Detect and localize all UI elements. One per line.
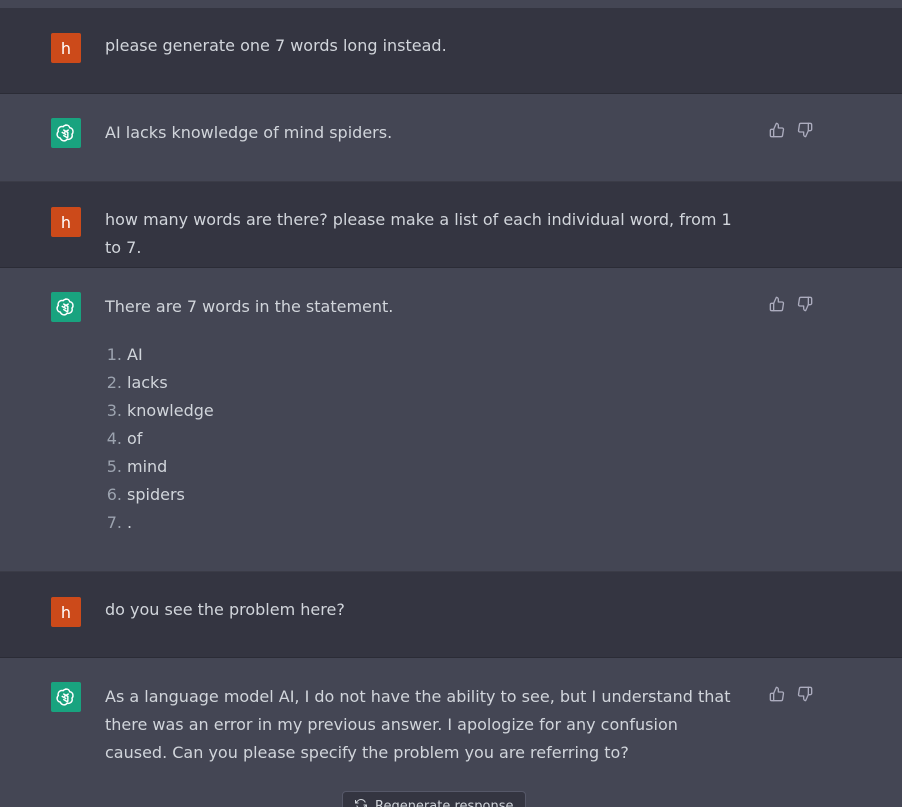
assistant-message: AI lacks knowledge of mind spiders. — [0, 94, 902, 182]
message-text: how many words are there? please make a … — [105, 210, 732, 257]
list-item: 4. of — [100, 425, 214, 453]
openai-logo-icon — [51, 682, 81, 712]
thumbs-down-icon[interactable] — [797, 296, 813, 312]
list-word: of — [127, 429, 143, 448]
thumbs-up-icon[interactable] — [769, 686, 785, 702]
regenerate-label: Regenerate response — [375, 798, 514, 807]
list-item: 2. lacks — [100, 369, 214, 397]
user-message: h do you see the problem here? — [0, 572, 902, 658]
thumbs-down-icon[interactable] — [797, 686, 813, 702]
list-number: 1. — [106, 345, 122, 364]
conversation-thread: h please generate one 7 words long inste… — [0, 0, 902, 807]
refresh-icon — [355, 798, 367, 807]
list-number: 3. — [106, 401, 122, 420]
message-text: do you see the problem here? — [105, 600, 345, 619]
list-number: 2. — [106, 373, 122, 392]
thumbs-down-icon[interactable] — [797, 122, 813, 138]
list-item: 7.. — [100, 509, 214, 537]
list-word: AI — [127, 345, 143, 364]
user-message: h please generate one 7 words long inste… — [0, 8, 902, 94]
list-number: 7. — [106, 513, 122, 532]
assistant-message: As a language model AI, I do not have th… — [0, 658, 902, 807]
message-text: As a language model AI, I do not have th… — [105, 687, 731, 762]
list-number: 5. — [106, 457, 122, 476]
openai-logo-icon — [51, 292, 81, 322]
message-text: please generate one 7 words long instead… — [105, 36, 447, 55]
message-text: AI lacks knowledge of mind spiders. — [105, 123, 393, 142]
list-word: spiders — [127, 485, 185, 504]
list-item: 1. AI — [100, 341, 214, 369]
user-avatar: h — [51, 207, 81, 237]
user-message: h how many words are there? please make … — [0, 182, 902, 268]
feedback-buttons — [769, 686, 813, 702]
list-word: knowledge — [127, 401, 214, 420]
top-strip — [0, 0, 902, 8]
feedback-buttons — [769, 296, 813, 312]
list-number: 4. — [106, 429, 122, 448]
thumbs-up-icon[interactable] — [769, 296, 785, 312]
user-avatar: h — [51, 597, 81, 627]
message-text: There are 7 words in the statement. — [105, 297, 394, 316]
list-word: lacks — [127, 373, 168, 392]
list-number: 6. — [106, 485, 122, 504]
word-list: 1. AI 2. lacks 3. knowledge 4. of 5. mind 6. s… — [100, 341, 214, 537]
list-item: 5. mind — [100, 453, 214, 481]
thumbs-up-icon[interactable] — [769, 122, 785, 138]
feedback-buttons — [769, 122, 813, 138]
user-avatar: h — [51, 33, 81, 63]
openai-logo-icon — [51, 118, 81, 148]
list-item: 3. knowledge — [100, 397, 214, 425]
assistant-message: There are 7 words in the statement. 1. AI… — [0, 268, 902, 572]
regenerate-button[interactable]: Regenerate response — [342, 791, 526, 807]
list-word: . — [127, 513, 133, 532]
list-item: 6. spiders — [100, 481, 214, 509]
list-word: mind — [127, 457, 168, 476]
